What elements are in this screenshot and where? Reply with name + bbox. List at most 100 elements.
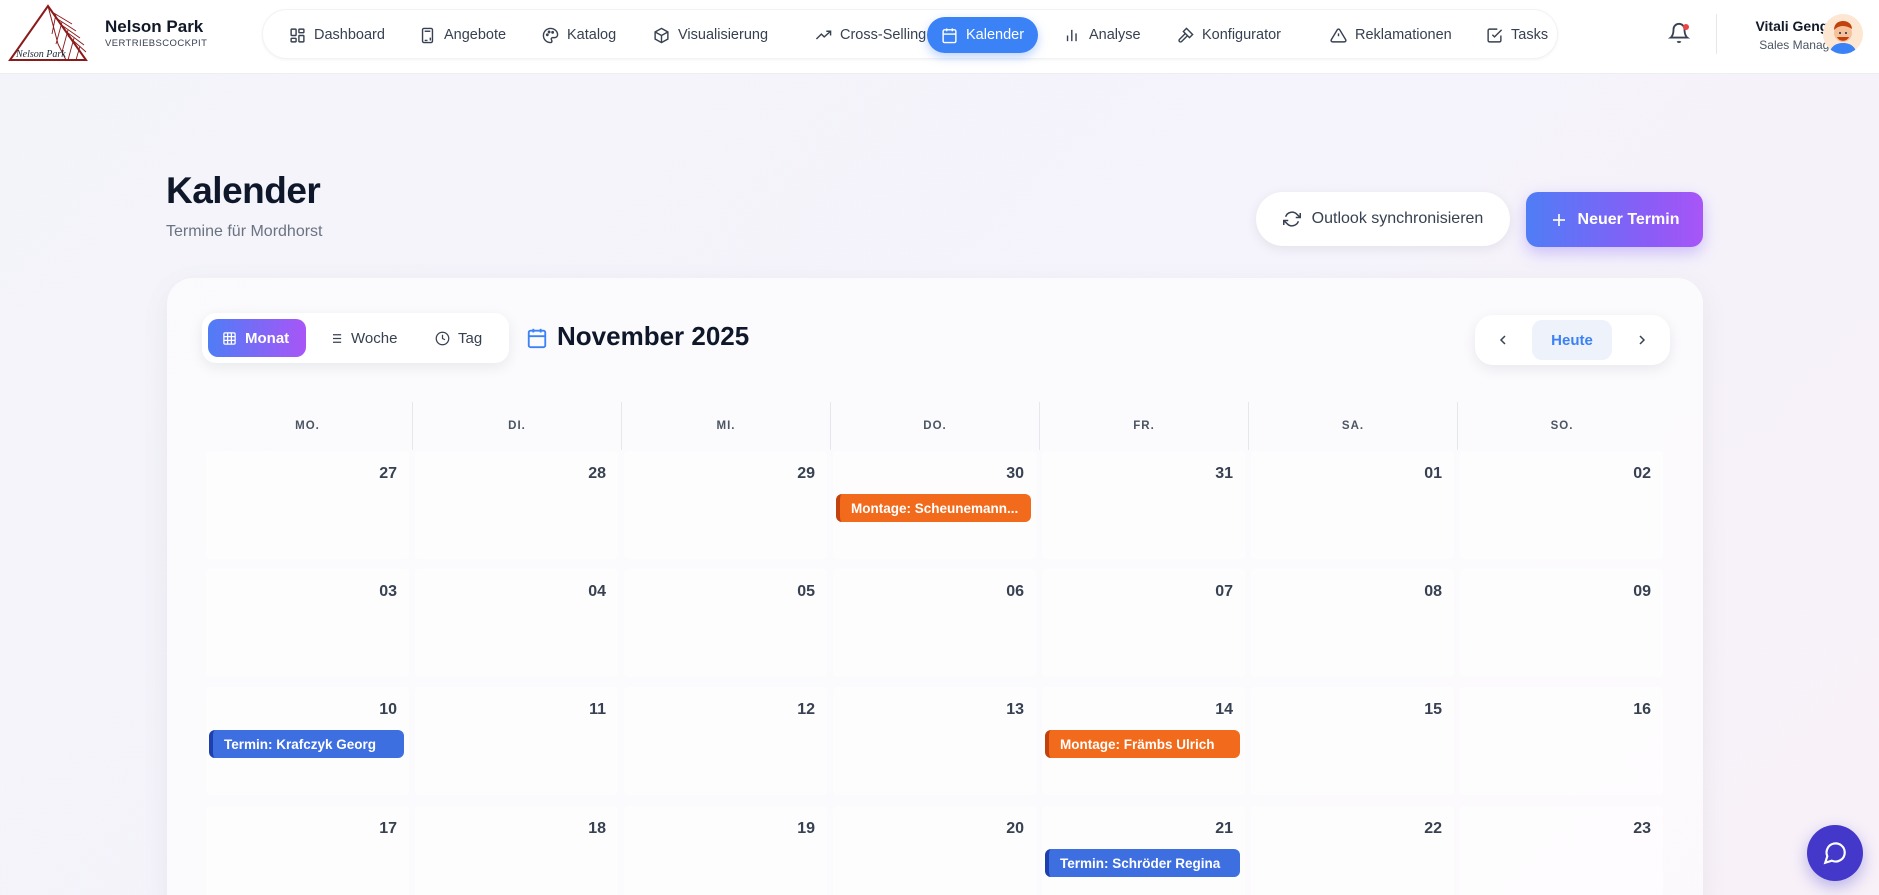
list-icon bbox=[329, 333, 342, 343]
main-nav: Dashboard Angebote Katalog Visualisierun… bbox=[262, 9, 1558, 59]
day-cell[interactable]: 11 bbox=[415, 687, 618, 795]
nav-label: Cross-Selling bbox=[840, 27, 927, 43]
day-number: 05 bbox=[797, 583, 815, 600]
day-cell[interactable]: 16 bbox=[1460, 687, 1663, 795]
today-button[interactable]: Heute bbox=[1532, 320, 1612, 360]
bar-chart-icon bbox=[1066, 29, 1077, 41]
day-number: 15 bbox=[1424, 701, 1442, 718]
month-title: November 2025 bbox=[557, 321, 750, 351]
nav-label: Angebote bbox=[444, 27, 507, 43]
day-cell[interactable]: 15 bbox=[1251, 687, 1454, 795]
hammer-icon bbox=[1178, 26, 1194, 43]
day-cell[interactable]: 21 Termin: Schröder Regina bbox=[1042, 806, 1245, 895]
month-pager: Heute bbox=[1475, 315, 1670, 365]
day-cell[interactable]: 10 Termin: Krafczyk Georg bbox=[206, 687, 409, 795]
day-cell[interactable]: 06 bbox=[833, 569, 1036, 677]
chevron-right-icon bbox=[1639, 335, 1646, 345]
nav-item-konfigurator[interactable]: Konfigurator bbox=[1163, 17, 1295, 53]
day-cell[interactable]: 17 bbox=[206, 806, 409, 895]
calendar-event[interactable]: Termin: Schröder Regina bbox=[1045, 849, 1240, 877]
new-appointment-button[interactable]: Neuer Termin bbox=[1526, 192, 1703, 247]
day-cell[interactable]: 29 bbox=[624, 451, 827, 559]
nav-label: Konfigurator bbox=[1202, 27, 1281, 43]
weekday-header: MI. bbox=[621, 402, 830, 450]
nav-item-tasks[interactable]: Tasks bbox=[1472, 17, 1562, 53]
day-number: 04 bbox=[588, 583, 606, 600]
day-cell[interactable]: 12 bbox=[624, 687, 827, 795]
nav-item-katalog[interactable]: Katalog bbox=[528, 17, 630, 53]
day-number: 07 bbox=[1215, 583, 1233, 600]
weekday-header: DO. bbox=[830, 402, 1039, 450]
view-month-button[interactable]: Monat bbox=[208, 319, 306, 357]
day-number: 11 bbox=[589, 701, 606, 718]
day-cell[interactable]: 31 bbox=[1042, 451, 1245, 559]
day-number: 30 bbox=[1006, 465, 1024, 482]
nav-label: Tasks bbox=[1511, 27, 1549, 43]
day-cell[interactable]: 04 bbox=[415, 569, 618, 677]
chevron-left-icon bbox=[1499, 335, 1506, 345]
day-number: 01 bbox=[1424, 465, 1442, 482]
weekday-header: MO. bbox=[295, 420, 320, 432]
clock-icon bbox=[435, 331, 450, 345]
nav-item-kalender[interactable]: Kalender bbox=[927, 17, 1039, 53]
day-number: 19 bbox=[797, 820, 815, 837]
day-cell[interactable]: 20 bbox=[833, 806, 1036, 895]
brand-name: Nelson Park bbox=[105, 17, 204, 36]
view-week-button[interactable]: Woche bbox=[314, 319, 411, 357]
nav-item-cross-selling[interactable]: Cross-Selling bbox=[801, 17, 940, 53]
cube-icon bbox=[654, 27, 669, 43]
day-number: 09 bbox=[1633, 583, 1651, 600]
day-cell[interactable]: 09 bbox=[1460, 569, 1663, 677]
nav-item-angebote[interactable]: Angebote bbox=[405, 17, 520, 53]
view-month-label: Monat bbox=[245, 329, 290, 347]
weekday-header: SO. bbox=[1457, 402, 1666, 450]
day-cell[interactable]: 22 bbox=[1251, 806, 1454, 895]
day-number: 14 bbox=[1215, 701, 1233, 718]
nav-item-dashboard[interactable]: Dashboard bbox=[275, 17, 399, 53]
day-number: 10 bbox=[379, 701, 397, 718]
day-cell[interactable]: 19 bbox=[624, 806, 827, 895]
chat-button[interactable] bbox=[1807, 825, 1863, 881]
day-cell[interactable]: 28 bbox=[415, 451, 618, 559]
day-cell[interactable]: 01 bbox=[1251, 451, 1454, 559]
day-cell[interactable]: 23 bbox=[1460, 806, 1663, 895]
day-number: 20 bbox=[1006, 820, 1024, 837]
day-number: 28 bbox=[588, 465, 606, 482]
calendar-event[interactable]: Montage: Scheunemann... bbox=[836, 494, 1031, 522]
page-title: Kalender bbox=[166, 170, 321, 211]
nav-item-analyse[interactable]: Analyse bbox=[1050, 17, 1155, 53]
day-cell[interactable]: 13 bbox=[833, 687, 1036, 795]
next-month-button[interactable] bbox=[1630, 328, 1654, 352]
day-number: 12 bbox=[797, 701, 815, 718]
nelson-park-logo[interactable]: Nelson Park bbox=[6, 4, 90, 64]
avatar[interactable] bbox=[1823, 14, 1863, 54]
day-cell[interactable]: 03 bbox=[206, 569, 409, 677]
day-cell[interactable]: 02 bbox=[1460, 451, 1663, 559]
nav-item-reklamationen[interactable]: Reklamationen bbox=[1316, 17, 1466, 53]
calendar-event[interactable]: Montage: Främbs Ulrich bbox=[1045, 730, 1240, 758]
day-cell[interactable]: 14 Montage: Främbs Ulrich bbox=[1042, 687, 1245, 795]
outlook-sync-button[interactable]: Outlook synchronisieren bbox=[1256, 192, 1510, 246]
palette-icon bbox=[542, 27, 559, 43]
calendar-event[interactable]: Termin: Krafczyk Georg bbox=[209, 730, 404, 758]
view-day-button[interactable]: Tag bbox=[421, 319, 496, 357]
check-square-icon bbox=[1487, 27, 1503, 43]
day-cell[interactable]: 08 bbox=[1251, 569, 1454, 677]
day-number: 03 bbox=[379, 583, 397, 600]
day-number: 31 bbox=[1215, 465, 1233, 482]
nav-label: Dashboard bbox=[314, 27, 385, 43]
day-cell[interactable]: 27 bbox=[206, 451, 409, 559]
nav-item-visualisierung[interactable]: Visualisierung bbox=[639, 17, 782, 53]
day-cell[interactable]: 30 Montage: Scheunemann... bbox=[833, 451, 1036, 559]
day-number: 08 bbox=[1424, 583, 1442, 600]
page-subtitle: Termine für Mordhorst bbox=[166, 223, 323, 240]
day-cell[interactable]: 05 bbox=[624, 569, 827, 677]
new-appointment-label: Neuer Termin bbox=[1577, 210, 1680, 228]
day-cell[interactable]: 07 bbox=[1042, 569, 1245, 677]
previous-month-button[interactable] bbox=[1491, 328, 1515, 352]
calendar-icon bbox=[942, 27, 957, 43]
day-cell[interactable]: 18 bbox=[415, 806, 618, 895]
day-number: 27 bbox=[379, 465, 397, 482]
day-number: 29 bbox=[797, 465, 815, 482]
day-number: 22 bbox=[1424, 820, 1442, 837]
